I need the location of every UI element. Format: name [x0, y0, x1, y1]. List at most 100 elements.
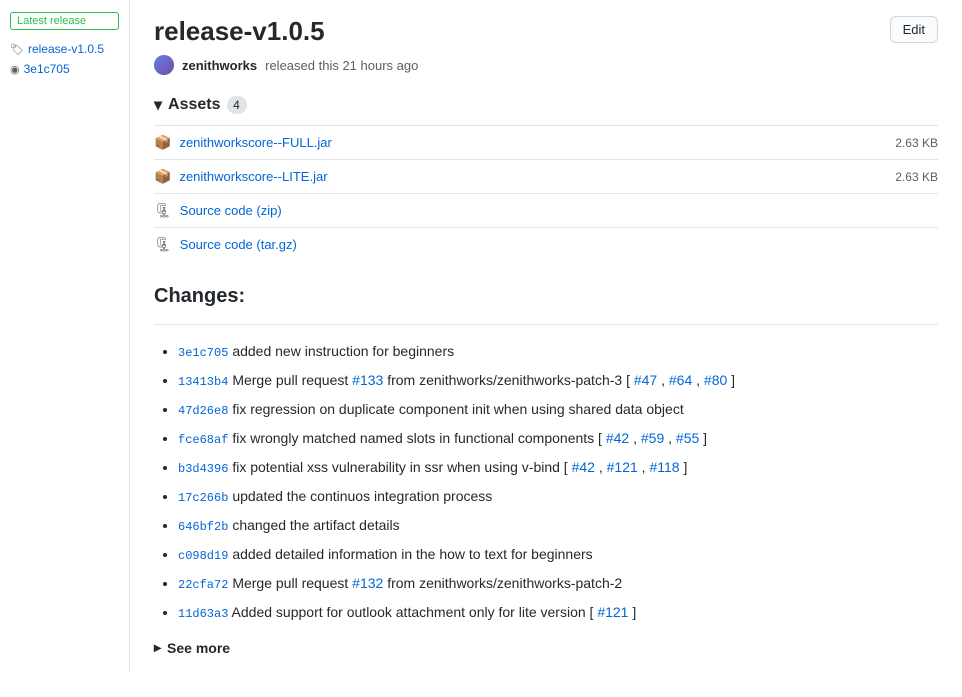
commit-item-1: 3e1c705 added new instruction for beginn… — [178, 341, 938, 362]
commit-hash-8[interactable]: c098d19 — [178, 549, 228, 563]
commit-item-2: 13413b4 Merge pull request #133 from zen… — [178, 370, 938, 391]
asset-tar-link[interactable]: Source code (tar.gz) — [180, 237, 297, 252]
commit-message-6: updated the continuos integration proces… — [232, 488, 492, 504]
bracket-2: ] — [731, 372, 735, 388]
commit-item-7: 646bf2b changed the artifact details — [178, 515, 938, 536]
see-more-label: See more — [167, 640, 230, 656]
asset-item-zip: 🗜 Source code (zip) — [154, 193, 938, 227]
commit-item-6: 17c266b updated the continuos integratio… — [178, 486, 938, 507]
author-link[interactable]: zenithworks — [182, 58, 257, 73]
commit-pr-132[interactable]: #132 — [352, 575, 383, 591]
comma-4: , — [668, 430, 676, 446]
commit-list: 3e1c705 added new instruction for beginn… — [154, 341, 938, 623]
tag-icon: 🏷 — [10, 43, 24, 56]
see-more[interactable]: See more — [154, 639, 938, 656]
comma-5: , — [599, 459, 607, 475]
commit-item-5: b3d4396 fix potential xss vulnerability … — [178, 457, 938, 478]
issue-59[interactable]: #59 — [641, 430, 664, 446]
commit-message-4a: fix wrongly matched named slots in funct… — [232, 430, 606, 446]
commit-item-3: 47d26e8 fix regression on duplicate comp… — [178, 399, 938, 420]
commit-message-3: fix regression on duplicate component in… — [232, 401, 683, 417]
commit-hash-4[interactable]: fce68af — [178, 433, 228, 447]
commit-item-10: 11d63a3 Added support for outlook attach… — [178, 602, 938, 623]
commit-pr-133[interactable]: #133 — [352, 372, 383, 388]
issue-42a[interactable]: #42 — [606, 430, 629, 446]
assets-collapse-icon — [154, 95, 162, 115]
release-meta: zenithworks released this 21 hours ago — [154, 55, 938, 75]
asset-left: 🗜 Source code (zip) — [154, 202, 282, 219]
changes-section: Changes: 3e1c705 added new instruction f… — [154, 285, 938, 656]
commit-message-5a: fix potential xss vulnerability in ssr w… — [232, 459, 571, 475]
commit-hash-10[interactable]: 11d63a3 — [178, 607, 228, 621]
commit-message-2a: Merge pull request — [232, 372, 352, 388]
commit-item-8: c098d19 added detailed information in th… — [178, 544, 938, 565]
asset-item-full-jar: 📦 zenithworkscore--FULL.jar 2.63 KB — [154, 125, 938, 159]
bracket-10: ] — [632, 604, 636, 620]
bracket-5: ] — [683, 459, 687, 475]
assets-title: Assets — [168, 96, 220, 114]
asset-full-jar-size: 2.63 KB — [895, 136, 938, 150]
issue-118[interactable]: #118 — [649, 459, 679, 475]
asset-left: 🗜 Source code (tar.gz) — [154, 236, 297, 253]
asset-zip-link[interactable]: Source code (zip) — [180, 203, 282, 218]
issue-47[interactable]: #47 — [634, 372, 657, 388]
see-more-icon — [154, 639, 161, 656]
sidebar-tag-label: release-v1.0.5 — [28, 42, 104, 56]
commit-hash-7[interactable]: 646bf2b — [178, 520, 228, 534]
commit-message-10a: Added support for outlook attachment onl… — [232, 604, 598, 620]
assets-count: 4 — [227, 96, 247, 114]
assets-section: Assets 4 📦 zenithworkscore--FULL.jar 2.6… — [154, 95, 938, 261]
release-meta-text: released this 21 hours ago — [265, 58, 418, 73]
release-header: release-v1.0.5 Edit — [154, 16, 938, 47]
asset-item-tar: 🗜 Source code (tar.gz) — [154, 227, 938, 261]
issue-42b[interactable]: #42 — [572, 459, 595, 475]
issue-121b[interactable]: #121 — [597, 604, 628, 620]
comma-1: , — [661, 372, 669, 388]
assets-header[interactable]: Assets 4 — [154, 95, 938, 115]
sidebar-commit-link[interactable]: ◉ 3e1c705 — [10, 62, 119, 76]
commit-hash-9[interactable]: 22cfa72 — [178, 578, 228, 592]
comma-2: , — [696, 372, 704, 388]
asset-full-jar-link[interactable]: zenithworkscore--FULL.jar — [179, 135, 331, 150]
asset-item-lite-jar: 📦 zenithworkscore--LITE.jar 2.63 KB — [154, 159, 938, 193]
issue-64[interactable]: #64 — [669, 372, 692, 388]
commit-message-2b: from zenithworks/zenithworks-patch-3 [ — [387, 372, 634, 388]
avatar — [154, 55, 174, 75]
commit-message-1: added new instruction for beginners — [232, 343, 454, 359]
commit-message-7: changed the artifact details — [232, 517, 399, 533]
changes-divider — [154, 324, 938, 325]
commit-message-9b: from zenithworks/zenithworks-patch-2 — [387, 575, 622, 591]
tar-icon: 🗜 — [154, 236, 172, 253]
commit-hash-3[interactable]: 47d26e8 — [178, 404, 228, 418]
commit-message-9a: Merge pull request — [232, 575, 352, 591]
commit-hash-6[interactable]: 17c266b — [178, 491, 228, 505]
issue-80[interactable]: #80 — [704, 372, 727, 388]
commit-hash-1[interactable]: 3e1c705 — [178, 346, 228, 360]
bracket-4: ] — [703, 430, 707, 446]
edit-button[interactable]: Edit — [890, 16, 938, 43]
jar-icon: 📦 — [154, 134, 171, 151]
commit-hash-5[interactable]: b3d4396 — [178, 462, 228, 476]
commit-hash-2[interactable]: 13413b4 — [178, 375, 228, 389]
main-content: release-v1.0.5 Edit zenithworks released… — [130, 0, 962, 672]
issue-121a[interactable]: #121 — [607, 459, 638, 475]
asset-lite-jar-size: 2.63 KB — [895, 170, 938, 184]
commit-item-9: 22cfa72 Merge pull request #132 from zen… — [178, 573, 938, 594]
latest-release-badge: Latest release — [10, 12, 119, 30]
commit-item-4: fce68af fix wrongly matched named slots … — [178, 428, 938, 449]
sidebar: Latest release 🏷 release-v1.0.5 ◉ 3e1c70… — [0, 0, 130, 672]
asset-lite-jar-link[interactable]: zenithworkscore--LITE.jar — [179, 169, 327, 184]
zip-icon: 🗜 — [154, 202, 172, 219]
commit-icon: ◉ — [10, 63, 20, 76]
changes-title: Changes: — [154, 285, 938, 308]
commit-message-8: added detailed information in the how to… — [232, 546, 592, 562]
asset-left: 📦 zenithworkscore--FULL.jar — [154, 134, 332, 151]
comma-3: , — [633, 430, 641, 446]
sidebar-commit-label: 3e1c705 — [24, 62, 70, 76]
asset-left: 📦 zenithworkscore--LITE.jar — [154, 168, 328, 185]
issue-55[interactable]: #55 — [676, 430, 699, 446]
sidebar-tag-link[interactable]: 🏷 release-v1.0.5 — [10, 42, 119, 56]
avatar-image — [154, 55, 174, 75]
release-title: release-v1.0.5 — [154, 16, 325, 47]
jar-icon-lite: 📦 — [154, 168, 171, 185]
